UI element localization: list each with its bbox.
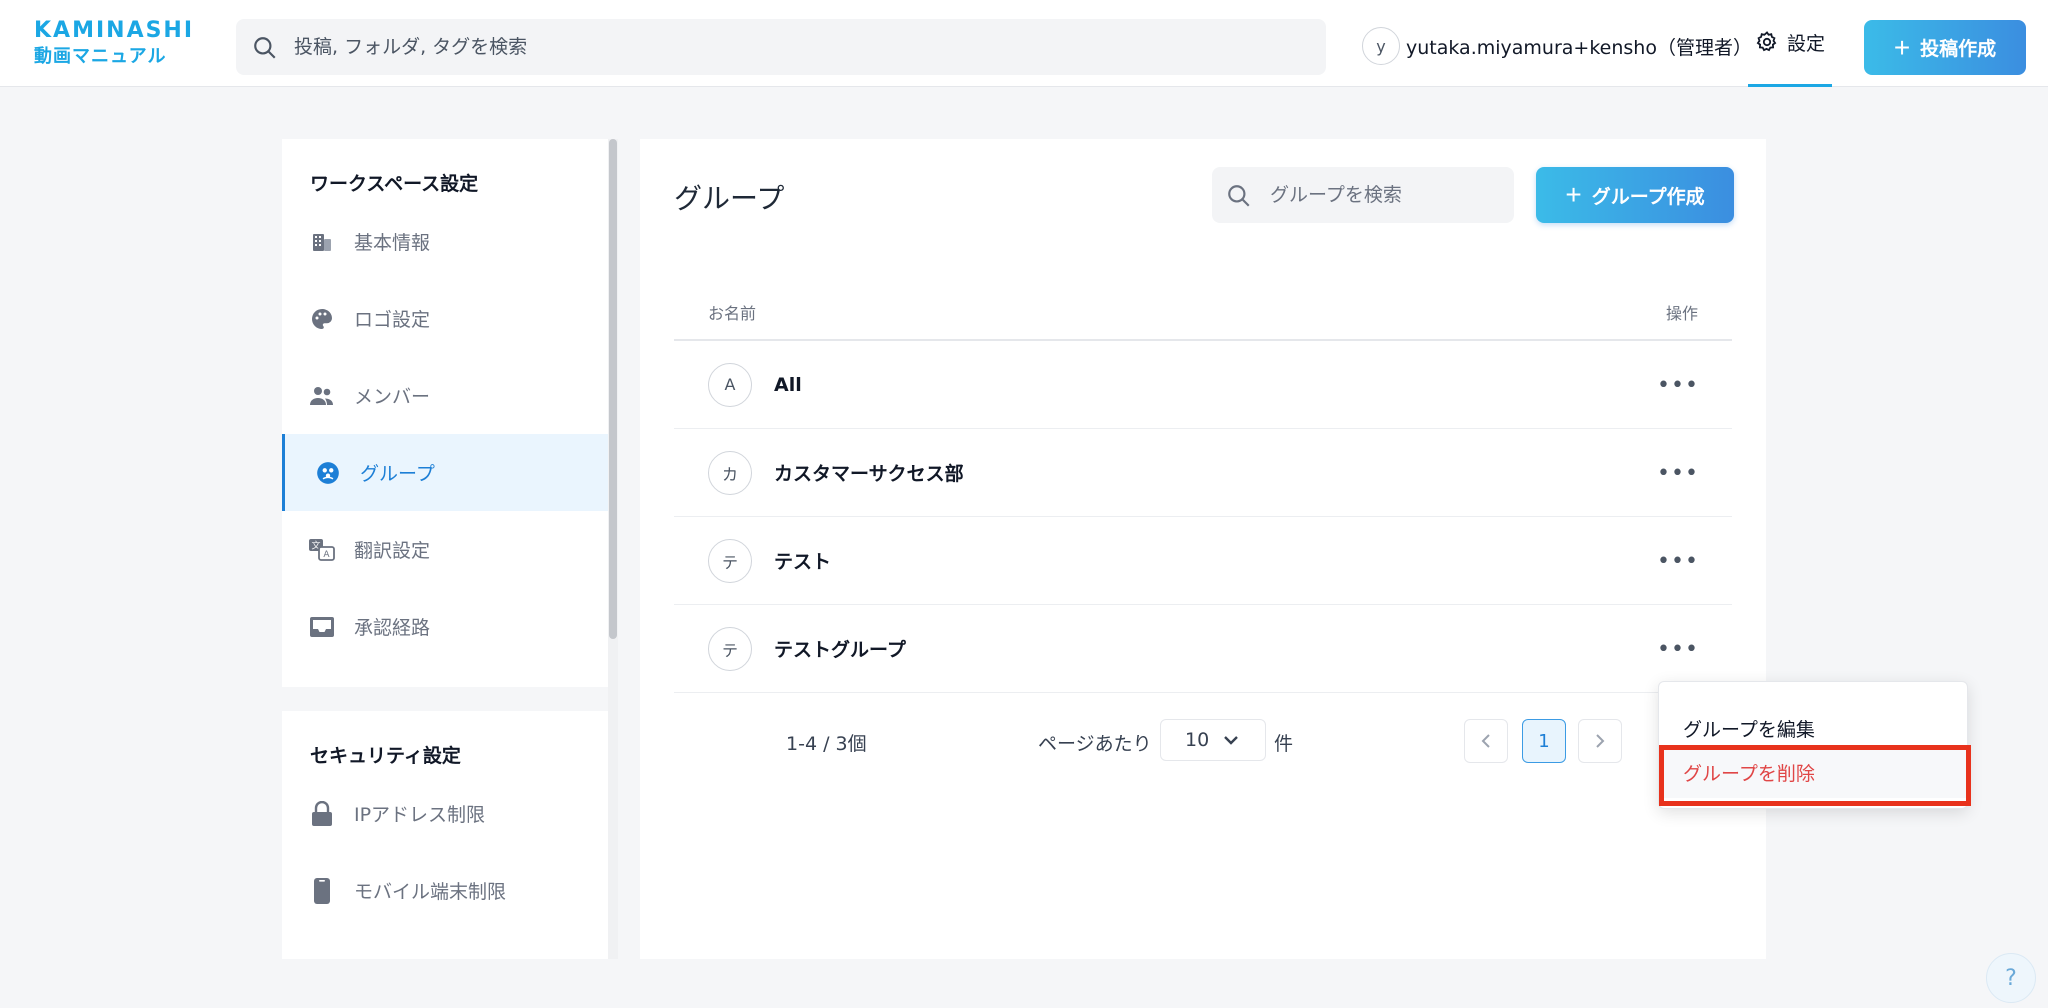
user-avatar: y <box>1362 27 1400 65</box>
building-icon <box>308 228 336 256</box>
group-search-box[interactable] <box>1212 167 1514 223</box>
more-actions-icon[interactable]: ••• <box>1657 635 1698 663</box>
group-avatar: テ <box>708 538 752 583</box>
page-button-current[interactable]: 1 <box>1522 719 1566 763</box>
sidebar-item-label: グループ <box>360 463 435 485</box>
help-button[interactable]: ? <box>1986 953 2036 1003</box>
sidebar-item-groups[interactable]: グループ <box>282 434 608 511</box>
group-name: テスト <box>774 551 832 573</box>
security-settings-section: セキュリティ設定 IPアドレス制限 モバイル端末制限 <box>282 711 608 959</box>
lock-icon <box>308 800 336 828</box>
palette-icon <box>308 305 336 333</box>
chevron-right-icon <box>1596 734 1605 748</box>
table-row[interactable]: テ テスト ••• <box>674 517 1732 605</box>
table-row[interactable]: A All ••• <box>674 341 1732 429</box>
per-page-value: 10 <box>1185 729 1210 751</box>
sidebar-item-basic-info[interactable]: 基本情報 <box>282 203 608 280</box>
create-group-button[interactable]: + グループ作成 <box>1536 167 1734 223</box>
kaminashi-logo[interactable]: KAMINASHI 動画マニュアル <box>34 18 204 72</box>
global-search-input[interactable] <box>294 19 1304 75</box>
sidebar-item-approval[interactable]: 承認経路 <box>282 588 608 665</box>
sidebar-item-logo[interactable]: ロゴ設定 <box>282 280 608 357</box>
plus-icon: + <box>1565 179 1582 210</box>
logo-wordmark: KAMINASHI <box>34 18 195 43</box>
group-avatar: カ <box>708 450 752 495</box>
per-page-select[interactable]: 10 <box>1160 719 1266 761</box>
workspace-settings-title: ワークスペース設定 <box>310 173 479 195</box>
previous-page-button[interactable] <box>1464 719 1508 763</box>
members-icon <box>308 382 336 410</box>
gear-icon <box>1756 31 1777 52</box>
sidebar-item-label: 翻訳設定 <box>354 540 431 562</box>
group-name: All <box>774 373 802 396</box>
table-row[interactable]: カ カスタマーサクセス部 ••• <box>674 429 1732 517</box>
workspace-settings-section: ワークスペース設定 基本情報 ロゴ設定 メンバー グループ 文 A 翻訳設定 承… <box>282 139 608 687</box>
table-row[interactable]: テ テストグループ ••• <box>674 605 1732 693</box>
search-icon <box>1228 185 1250 207</box>
create-group-label: グループ作成 <box>1591 186 1705 208</box>
pagination: 1-4 / 3個 ページあたり 10 件 1 <box>640 719 1766 763</box>
inbox-icon <box>308 613 336 641</box>
settings-tab[interactable]: 設定 <box>1748 0 1832 87</box>
sidebar-item-ip-restriction[interactable]: IPアドレス制限 <box>282 775 608 852</box>
settings-sidebar: ワークスペース設定 基本情報 ロゴ設定 メンバー グループ 文 A 翻訳設定 承… <box>282 139 608 959</box>
per-page-unit: 件 <box>1274 733 1294 755</box>
sidebar-item-mobile-restriction[interactable]: モバイル端末制限 <box>282 852 608 929</box>
translate-icon: 文A <box>308 536 336 564</box>
search-icon <box>254 37 276 59</box>
page-title: グループ <box>674 182 785 215</box>
group-avatar: テ <box>708 626 752 671</box>
sidebar-item-label: メンバー <box>354 386 431 408</box>
create-post-label: 投稿作成 <box>1920 39 1997 60</box>
next-page-button[interactable] <box>1578 719 1622 763</box>
group-avatar: A <box>708 362 752 407</box>
sidebar-scrollbar-thumb[interactable] <box>609 139 617 639</box>
column-header-name: お名前 <box>708 304 757 323</box>
global-search-box[interactable] <box>236 19 1326 75</box>
user-name: yutaka.miyamura+kensho（管理者） <box>1406 36 1752 59</box>
sidebar-item-translation[interactable]: 文A 翻訳設定 <box>282 511 608 588</box>
create-post-button[interactable]: + 投稿作成 <box>1864 20 2026 75</box>
sidebar-item-label: 基本情報 <box>354 232 431 254</box>
sidebar-item-label: 承認経路 <box>354 617 431 639</box>
groups-panel: グループ + グループ作成 お名前 操作 A All ••• カ カスタマーサク… <box>640 139 1766 959</box>
plus-icon: + <box>1893 31 1911 63</box>
sidebar-item-label: ロゴ設定 <box>354 309 431 331</box>
group-name: カスタマーサクセス部 <box>774 463 964 485</box>
sidebar-item-label: IPアドレス制限 <box>354 804 486 826</box>
user-menu[interactable]: y yutaka.miyamura+kensho（管理者） <box>1362 26 1752 66</box>
svg-text:A: A <box>323 550 330 560</box>
sidebar-item-label: モバイル端末制限 <box>354 881 507 903</box>
per-page-label: ページあたり <box>1038 733 1152 755</box>
column-header-actions: 操作 <box>1665 304 1698 323</box>
more-actions-icon[interactable]: ••• <box>1657 371 1698 399</box>
mobile-icon <box>308 877 336 905</box>
security-settings-title: セキュリティ設定 <box>310 745 461 767</box>
result-count: 1-4 / 3個 <box>786 733 867 755</box>
chevron-down-icon <box>1224 736 1239 745</box>
groups-table: お名前 操作 A All ••• カ カスタマーサクセス部 ••• テ テスト … <box>674 285 1732 693</box>
settings-label: 設定 <box>1786 32 1825 55</box>
more-actions-icon[interactable]: ••• <box>1657 459 1698 487</box>
logo-subtitle: 動画マニュアル <box>34 46 167 67</box>
more-actions-icon[interactable]: ••• <box>1657 547 1698 575</box>
sidebar-item-members[interactable]: メンバー <box>282 357 608 434</box>
highlight-box <box>1659 745 1971 806</box>
group-icon <box>314 459 342 487</box>
chevron-left-icon <box>1481 734 1490 748</box>
group-name: テストグループ <box>774 639 906 661</box>
table-header: お名前 操作 <box>674 285 1732 341</box>
top-header: KAMINASHI 動画マニュアル y yutaka.miyamura+kens… <box>0 0 2048 87</box>
group-search-input[interactable] <box>1270 167 1500 223</box>
